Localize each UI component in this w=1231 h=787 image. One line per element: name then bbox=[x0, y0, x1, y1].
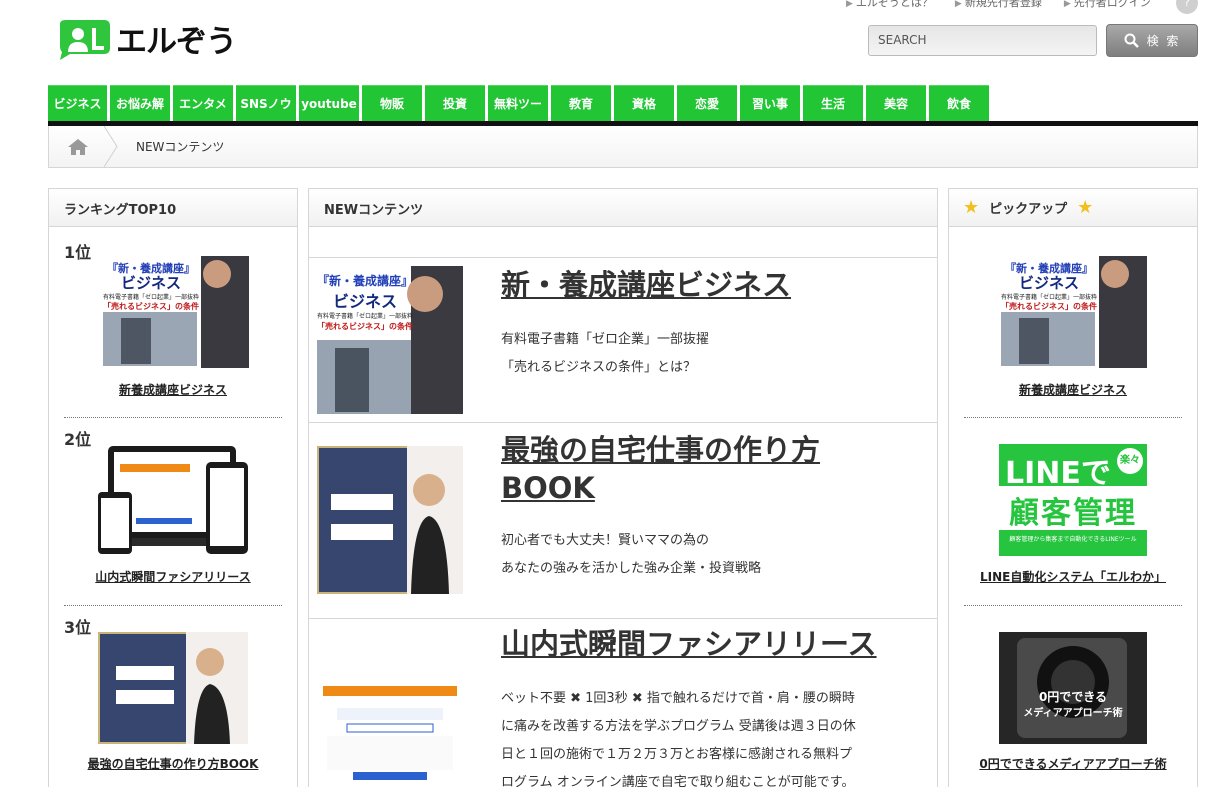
cover-text: 有料電子書籍「ゼロ起業」一部抜粋 bbox=[1000, 294, 1097, 301]
nav-item-life[interactable]: 生活 bbox=[803, 85, 863, 121]
cover-badge: 楽々 bbox=[1117, 448, 1143, 474]
nav-item-qualification[interactable]: 資格 bbox=[614, 85, 674, 121]
entry-title[interactable]: 山内式瞬間ファシアリリース bbox=[501, 625, 877, 663]
cover-text: 顧客管理 bbox=[1009, 496, 1137, 531]
rank-label: 3位 bbox=[64, 618, 92, 637]
new-contents-panel: NEWコンテンツ 『新・養成講座』 ビジネス 有料電子書籍「ゼロ起業」一部抜粋 … bbox=[308, 188, 938, 787]
pickup-caption[interactable]: 新養成講座ビジネス bbox=[949, 381, 1197, 398]
entry-desc-line: 日と１回の施術で１万２万３万とお客様に感謝される無料プ bbox=[501, 747, 853, 762]
divider bbox=[964, 417, 1182, 418]
nav-item-beauty[interactable]: 美容 bbox=[866, 85, 926, 121]
search-button-label: 検 索 bbox=[1146, 34, 1181, 48]
content-entry: 山内式瞬間ファシアリリース ベット不要 ✖ 1回3秒 ✖ 指で触れるだけで首・肩… bbox=[309, 618, 937, 787]
entry-title[interactable]: 最強の自宅仕事の作り方BOOK bbox=[501, 431, 861, 507]
divider bbox=[64, 605, 282, 606]
entry-title[interactable]: 新・養成講座ビジネス bbox=[501, 266, 791, 304]
cover-text: 「売れるビジネス」の条件 bbox=[103, 302, 199, 311]
star-icon: ★ bbox=[1077, 197, 1094, 218]
util-link-register[interactable]: ▶ 新規先行者登録 bbox=[955, 0, 1042, 10]
ranking-caption[interactable]: 山内式瞬間ファシアリリース bbox=[49, 568, 297, 585]
cover-text: ビジネス bbox=[332, 292, 397, 311]
nav-item-lessons[interactable]: 習い事 bbox=[740, 85, 800, 121]
book-cover-image bbox=[317, 446, 463, 594]
pickup-thumb-media[interactable]: 0円でできる メディアアプローチ術 bbox=[999, 632, 1147, 744]
rank-label: 1位 bbox=[64, 243, 92, 262]
entry-desc-line: に痛みを改善する方法を学ぶプログラム 受講後は週３日の休 bbox=[501, 719, 856, 734]
cover-text: 0円でできる bbox=[1038, 690, 1108, 704]
cover-text: ビジネス bbox=[1018, 274, 1079, 292]
nav-item-freetools[interactable]: 無料ツー bbox=[488, 85, 548, 121]
nav-item-food[interactable]: 飲食 bbox=[929, 85, 989, 121]
ranking-thumb-book[interactable] bbox=[98, 632, 248, 744]
breadcrumb: NEWコンテンツ bbox=[48, 126, 1198, 168]
util-link-login[interactable]: ▶ 先行者ログイン bbox=[1064, 0, 1151, 10]
entry-desc-line: 有料電子書籍「ゼロ企業」一部抜擢 bbox=[501, 332, 710, 347]
pickup-caption[interactable]: LINE自動化システム「エルわか」 bbox=[949, 568, 1197, 585]
nav-item-invest[interactable]: 投資 bbox=[425, 85, 485, 121]
entry-desc-line: ログラム オンライン講座で自宅で取り組むことが可能です。 bbox=[501, 775, 855, 787]
entry-desc-line: ベット不要 ✖ 1回3秒 ✖ 指で触れるだけで首・肩・腰の瞬時 bbox=[501, 691, 855, 706]
nav-item-entertainment[interactable]: エンタメ bbox=[173, 85, 233, 121]
entry-thumb-book[interactable] bbox=[317, 446, 463, 594]
nav-item-business[interactable]: ビジネス bbox=[48, 85, 107, 121]
utility-links: ▶ エルぞうとは？ ▶ 新規先行者登録 ▶ 先行者ログイン bbox=[846, 0, 1151, 10]
logo-text: エルぞう bbox=[116, 24, 237, 60]
cover-text: 顧客管理から集客まで自動化できるLINEツール bbox=[1009, 536, 1137, 543]
fascia-cover-image bbox=[98, 446, 248, 554]
entry-description: ベット不要 ✖ 1回3秒 ✖ 指で触れるだけで首・肩・腰の瞬時 に痛みを改善する… bbox=[501, 685, 891, 787]
search-button[interactable]: 検 索 bbox=[1106, 24, 1198, 57]
cover-text: 『新・養成講座』 bbox=[317, 274, 414, 288]
divider bbox=[64, 417, 282, 418]
divider bbox=[964, 605, 1182, 606]
nav-item-merch[interactable]: 物販 bbox=[362, 85, 422, 121]
entry-desc-line: あなたの強みを活かした強み企業・投資戦略 bbox=[501, 561, 762, 576]
ranking-caption[interactable]: 最強の自宅仕事の作り方BOOK bbox=[49, 755, 297, 772]
rank-label: 2位 bbox=[64, 430, 92, 449]
entry-desc-line: 初心者でも大丈夫！賢いママの為の bbox=[501, 533, 710, 548]
fascia-cover-image bbox=[317, 672, 463, 784]
site-logo[interactable]: エルぞう bbox=[56, 16, 237, 61]
util-link-about[interactable]: ▶ エルぞうとは？ bbox=[846, 0, 933, 10]
book-cover-image bbox=[98, 632, 248, 744]
pickup-caption[interactable]: 0円でできるメディアアプローチ術 bbox=[949, 755, 1197, 772]
ranking-thumb-seminar[interactable]: 『新・養成講座』 ビジネス 有料電子書籍「ゼロ起業」一部抜粋 「売れるビジネス」… bbox=[101, 256, 249, 368]
entry-description: 初心者でも大丈夫！賢いママの為の あなたの強みを活かした強み企業・投資戦略 bbox=[501, 527, 901, 583]
cover-text: 「売れるビジネス」の条件 bbox=[317, 322, 413, 331]
logo-mark-icon bbox=[60, 19, 110, 60]
nav-item-youtube[interactable]: youtube bbox=[299, 85, 359, 121]
pickup-header: ★ ピックアップ ★ bbox=[949, 189, 1197, 227]
help-icon[interactable]: ? bbox=[1176, 0, 1198, 14]
pickup-panel: ★ ピックアップ ★ 『新・養成講座』 ビジネス 有料電子書籍「ゼロ起業」一部抜… bbox=[948, 188, 1198, 787]
entry-description: 有料電子書籍「ゼロ企業」一部抜擢 「売れるビジネスの条件」とは？ bbox=[501, 326, 901, 382]
cover-text: 有料電子書籍「ゼロ起業」一部抜粋 bbox=[317, 313, 414, 320]
breadcrumb-current: NEWコンテンツ bbox=[136, 140, 225, 154]
cover-text: メディアアプローチ術 bbox=[1023, 708, 1123, 719]
entry-thumb-fascia[interactable] bbox=[317, 672, 463, 784]
search-input[interactable]: SEARCH bbox=[868, 25, 1097, 56]
nav-item-love[interactable]: 恋愛 bbox=[677, 85, 737, 121]
breadcrumb-separator bbox=[104, 126, 118, 167]
nav-item-worries[interactable]: お悩み解 bbox=[110, 85, 170, 121]
new-contents-title: NEWコンテンツ bbox=[309, 189, 937, 227]
pickup-title: ピックアップ bbox=[989, 202, 1068, 217]
cover-text: 有料電子書籍「ゼロ起業」一部抜粋 bbox=[102, 294, 199, 301]
nav-item-sns[interactable]: SNSノウ bbox=[236, 85, 296, 121]
ranking-panel: ランキングTOP10 1位 『新・養成講座』 ビジネス 有料電子書籍「ゼロ起業」… bbox=[48, 188, 298, 787]
category-nav: ビジネス お悩み解 エンタメ SNSノウ youtube 物販 投資 無料ツー … bbox=[48, 85, 1198, 121]
ranking-thumb-fascia[interactable] bbox=[98, 444, 248, 556]
star-icon: ★ bbox=[963, 197, 980, 218]
cover-text: 「売れるビジネス」の条件 bbox=[1001, 302, 1097, 311]
nav-item-education[interactable]: 教育 bbox=[551, 85, 611, 121]
content-entry: 最強の自宅仕事の作り方BOOK 初心者でも大丈夫！賢いママの為の あなたの強みを… bbox=[309, 422, 937, 619]
pickup-thumb-seminar[interactable]: 『新・養成講座』 ビジネス 有料電子書籍「ゼロ起業」一部抜粋 「売れるビジネス」… bbox=[999, 256, 1147, 368]
entry-thumb-seminar[interactable]: 『新・養成講座』 ビジネス 有料電子書籍「ゼロ起業」一部抜粋 「売れるビジネス」… bbox=[317, 266, 463, 414]
ranking-title: ランキングTOP10 bbox=[49, 189, 297, 227]
search-icon bbox=[1124, 33, 1139, 48]
content-entry: 『新・養成講座』 ビジネス 有料電子書籍「ゼロ起業」一部抜粋 「売れるビジネス」… bbox=[309, 257, 937, 423]
ranking-caption[interactable]: 新養成講座ビジネス bbox=[49, 381, 297, 398]
cover-text: ビジネス bbox=[120, 274, 181, 292]
pickup-thumb-line[interactable]: LINEで 楽々 顧客管理 顧客管理から集客まで自動化できるLINEツール bbox=[999, 444, 1147, 556]
entry-desc-line: 「売れるビジネスの条件」とは？ bbox=[501, 360, 697, 375]
home-icon[interactable] bbox=[67, 138, 89, 156]
